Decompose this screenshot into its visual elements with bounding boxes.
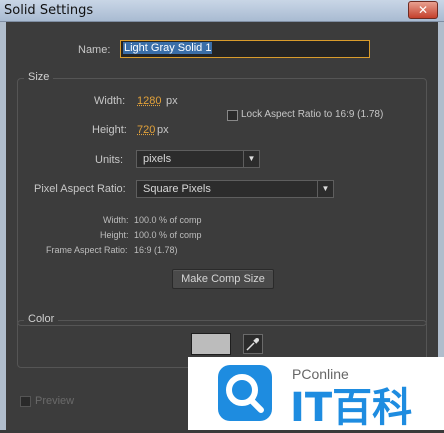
info-far-label: Frame Aspect Ratio: xyxy=(46,245,128,255)
color-swatch[interactable] xyxy=(191,333,231,355)
info-width-value: 100.0 % of comp xyxy=(134,215,202,225)
make-comp-size-label: Make Comp Size xyxy=(181,273,265,285)
name-input[interactable]: Light Gray Solid 1 xyxy=(120,40,370,58)
units-dropdown[interactable]: pixels ▼ xyxy=(136,150,260,168)
close-button[interactable]: ✕ xyxy=(408,1,438,19)
svg-text:PConline: PConline xyxy=(292,366,349,382)
lock-aspect-checkbox[interactable] xyxy=(227,110,238,121)
color-group-title: Color xyxy=(24,313,59,325)
width-label: Width: xyxy=(94,95,126,107)
lock-aspect-label: Lock Aspect Ratio to 16:9 (1.78) xyxy=(241,109,384,120)
window-title: Solid Settings xyxy=(4,3,94,18)
eyedropper-icon xyxy=(246,338,259,351)
info-width-label: Width: xyxy=(103,215,129,225)
eyedropper-button[interactable] xyxy=(243,334,263,354)
chevron-down-icon: ▼ xyxy=(243,151,259,167)
name-label: Name: xyxy=(78,44,111,56)
watermark-logo: PConline IT百科 xyxy=(218,365,412,431)
preview-label: Preview xyxy=(35,395,75,407)
title-bar: Solid Settings ✕ xyxy=(0,0,444,22)
height-unit: px xyxy=(157,124,169,136)
units-selected: pixels xyxy=(143,153,172,165)
par-selected: Square Pixels xyxy=(143,183,211,195)
info-far-value: 16:9 (1.78) xyxy=(134,245,178,255)
height-value[interactable]: 720 xyxy=(137,124,155,136)
name-input-value: Light Gray Solid 1 xyxy=(123,42,213,54)
svg-text:IT百科: IT百科 xyxy=(290,385,412,430)
width-value[interactable]: 1280 xyxy=(137,95,161,107)
par-label: Pixel Aspect Ratio: xyxy=(34,183,126,195)
make-comp-size-button[interactable]: Make Comp Size xyxy=(172,269,274,289)
info-height-value: 100.0 % of comp xyxy=(134,230,202,240)
info-height-label: Height: xyxy=(100,230,129,240)
close-icon: ✕ xyxy=(417,3,429,17)
par-dropdown[interactable]: Square Pixels ▼ xyxy=(136,180,334,198)
preview-checkbox[interactable] xyxy=(20,396,31,407)
chevron-down-icon: ▼ xyxy=(317,181,333,197)
width-unit: px xyxy=(166,95,178,107)
watermark: PConline IT百科 xyxy=(188,357,444,431)
units-label: Units: xyxy=(95,154,124,166)
height-label: Height: xyxy=(92,124,127,136)
size-group-title: Size xyxy=(24,71,54,83)
